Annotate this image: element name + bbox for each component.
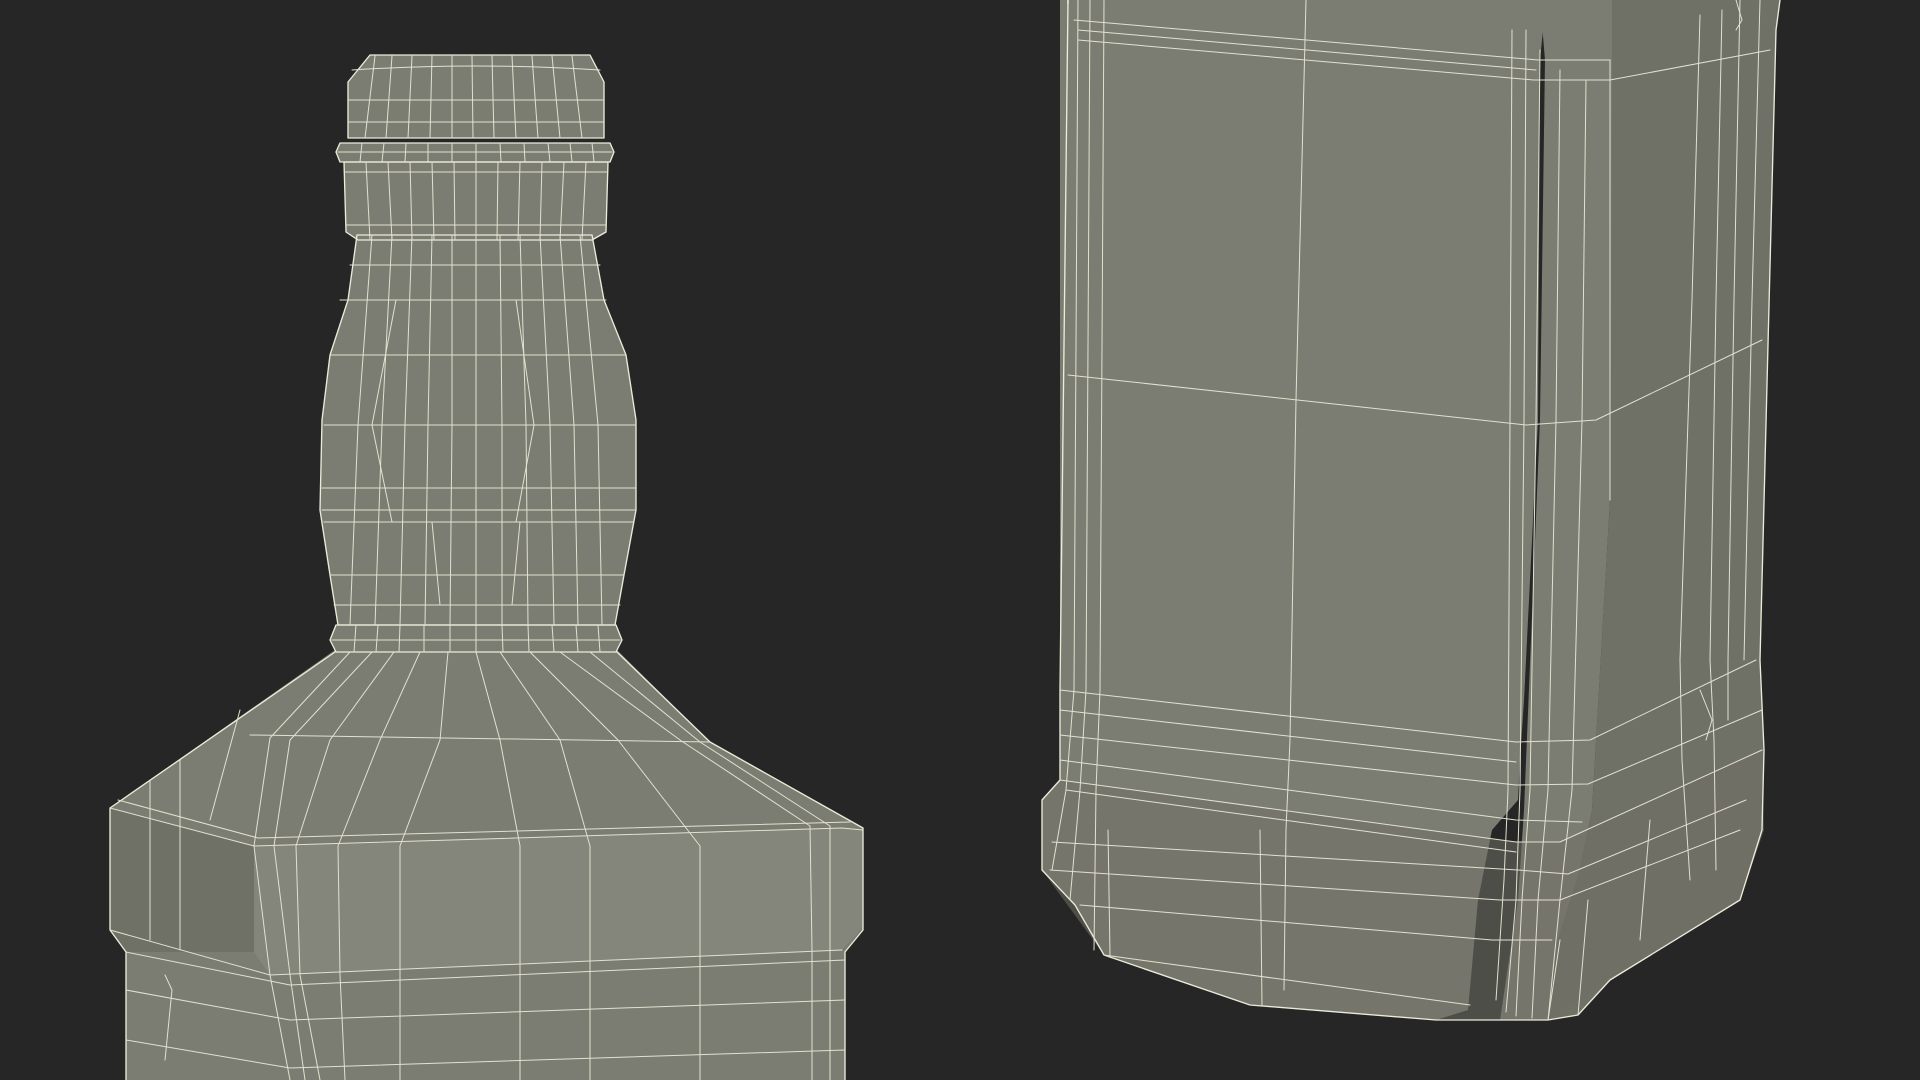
bottle-mouth-shell: [348, 55, 604, 138]
bottle-body-view: [1041, 0, 1781, 1021]
render-viewport[interactable]: [0, 0, 1920, 1080]
wireframe-render: [109, 0, 1781, 1080]
bottle-neck-view: [109, 54, 864, 1080]
